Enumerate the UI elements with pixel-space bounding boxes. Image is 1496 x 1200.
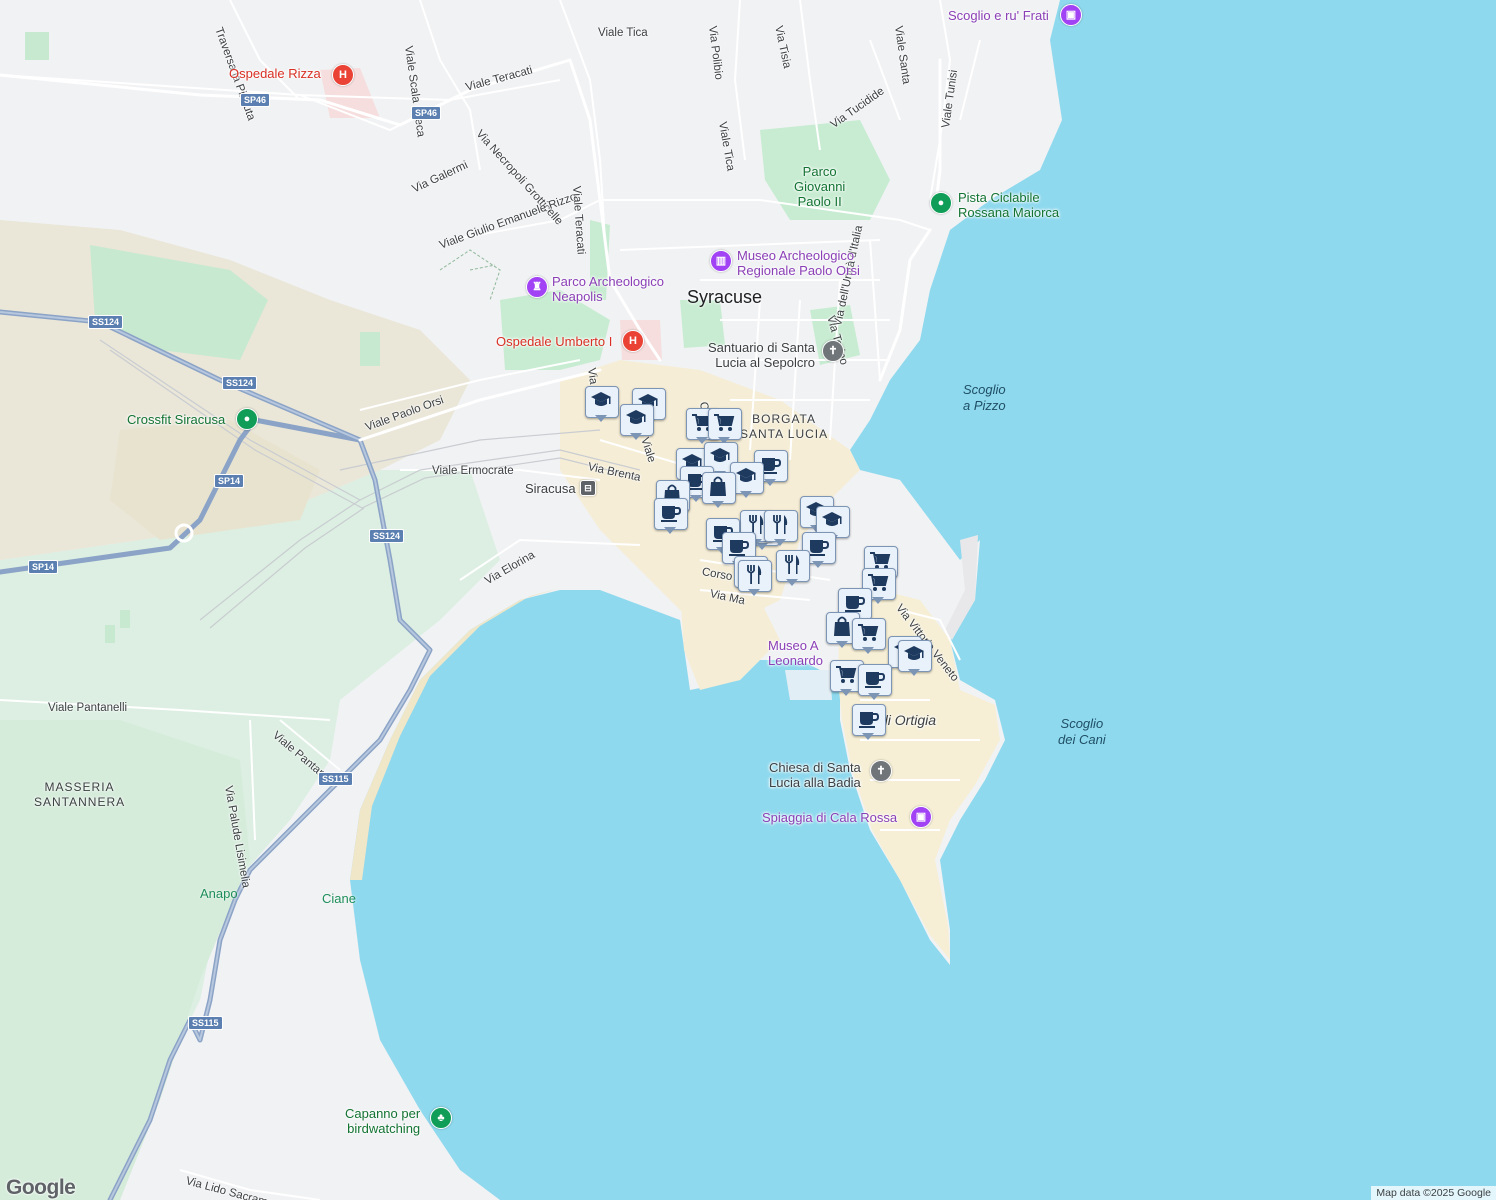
school-marker[interactable] bbox=[898, 640, 932, 676]
hospital-icon[interactable]: H bbox=[332, 64, 354, 86]
church-icon[interactable]: ✝ bbox=[822, 340, 844, 362]
cafe-marker[interactable] bbox=[654, 498, 688, 534]
route-shield: SP14 bbox=[28, 560, 59, 574]
route-shield: SS124 bbox=[222, 376, 258, 390]
poi-ospedale-umberto[interactable]: Ospedale Umberto I bbox=[496, 334, 612, 349]
route-shield: SP14 bbox=[214, 474, 245, 488]
route-shield: SS115 bbox=[318, 772, 353, 786]
route-shield: SS115 bbox=[188, 1016, 223, 1030]
poi-capanno-birdwatching[interactable]: Capanno per birdwatching bbox=[345, 1106, 420, 1136]
school-icon bbox=[736, 468, 756, 482]
school-marker[interactable] bbox=[585, 386, 619, 422]
road-label: Via bbox=[585, 367, 600, 386]
church-icon[interactable]: ✝ bbox=[870, 760, 892, 782]
poi-pista-ciclabile[interactable]: Pista Ciclabile Rossana Maiorca bbox=[958, 190, 1059, 220]
poi-stazione-siracusa[interactable]: Siracusa bbox=[525, 481, 576, 496]
poi-cala-rossa[interactable]: Spiaggia di Cala Rossa bbox=[762, 810, 897, 825]
poi-chiesa-santa-lucia[interactable]: Chiesa di Santa Lucia alla Badia bbox=[769, 760, 861, 790]
poi-museo-leonardo[interactable]: Museo A Leonardo bbox=[768, 638, 823, 668]
school-icon bbox=[626, 410, 646, 424]
map-canvas[interactable]: Traversa la Pizzuta Viale Scala Greca Vi… bbox=[0, 0, 1496, 1200]
cafe-icon bbox=[859, 712, 880, 728]
restaurant-marker[interactable] bbox=[776, 550, 810, 586]
map-attribution[interactable]: Map data ©2025 Google bbox=[1371, 1186, 1496, 1200]
road-label: Viale Ermocrate bbox=[432, 465, 514, 477]
hospital-icon[interactable]: H bbox=[622, 330, 644, 352]
cart-marker[interactable] bbox=[708, 408, 742, 444]
cafe-icon bbox=[845, 596, 866, 612]
camera-icon[interactable]: ▣ bbox=[910, 806, 932, 828]
poi-santuario[interactable]: Santuario di Santa Lucia al Sepolcro bbox=[708, 340, 815, 370]
restaurant-icon bbox=[747, 565, 762, 584]
city-label: Syracuse bbox=[687, 287, 763, 307]
gym-icon[interactable]: ● bbox=[236, 408, 258, 430]
cafe-marker[interactable] bbox=[852, 704, 886, 740]
water-label-scoglio-dei-cani: Scoglio dei Cani bbox=[1058, 716, 1106, 747]
restaurant-marker[interactable] bbox=[738, 560, 772, 596]
poi-crossfit[interactable]: Crossfit Siracusa bbox=[127, 412, 225, 427]
water-label-scoglio-a-pizzo: Scoglio a Pizzo bbox=[963, 382, 1006, 413]
google-logo: Google bbox=[6, 1176, 76, 1199]
cafe-icon bbox=[865, 672, 886, 688]
museum-icon[interactable]: ▥ bbox=[710, 250, 732, 272]
cafe-icon bbox=[729, 540, 750, 556]
poi-scoglio-frati[interactable]: Scoglio e ru' Frati bbox=[948, 8, 1049, 23]
road-label: Viale Tica bbox=[598, 27, 648, 39]
cafe-marker[interactable] bbox=[858, 664, 892, 700]
route-shield: SP46 bbox=[411, 106, 442, 120]
district-label-borgata: BORGATA SANTA LUCIA bbox=[740, 412, 829, 441]
cart-marker[interactable] bbox=[852, 618, 886, 654]
school-icon bbox=[822, 512, 842, 526]
school-icon bbox=[710, 448, 730, 462]
school-marker[interactable] bbox=[620, 404, 654, 440]
cart-icon bbox=[714, 414, 735, 431]
poi-ospedale-rizza[interactable]: Ospedale Rizza bbox=[229, 66, 321, 81]
restaurant-icon bbox=[785, 555, 800, 574]
cart-icon bbox=[836, 666, 857, 683]
cart-icon bbox=[858, 624, 879, 641]
poi-ortigia[interactable]: di Ortigia bbox=[880, 713, 936, 728]
route-shield: SS124 bbox=[369, 529, 405, 543]
camera-icon[interactable]: ▣ bbox=[1060, 4, 1082, 26]
poi-parco-giovanni-paolo[interactable]: Parco Giovanni Paolo II bbox=[794, 164, 845, 209]
road-label: Viale Pantanelli bbox=[48, 702, 128, 714]
route-shield: SS124 bbox=[88, 315, 124, 329]
monument-icon[interactable]: ♜ bbox=[526, 276, 548, 298]
train-icon[interactable]: ⊟ bbox=[580, 480, 596, 496]
label-ciane: Ciane bbox=[322, 891, 356, 906]
tree-icon[interactable]: ♣ bbox=[430, 1107, 452, 1129]
school-icon bbox=[904, 646, 924, 660]
map-base-layer bbox=[0, 0, 1496, 1200]
school-icon bbox=[591, 392, 611, 406]
restaurant-marker[interactable] bbox=[764, 510, 798, 546]
poi-parco-neapolis[interactable]: Parco Archeologico Neapolis bbox=[552, 274, 664, 304]
route-shield: SP46 bbox=[240, 93, 271, 107]
bag-icon bbox=[834, 616, 850, 636]
district-label-masseria: MASSERIA SANTANNERA bbox=[34, 780, 126, 809]
poi-museo-archeologico[interactable]: Museo Archeologico Regionale Paolo Orsi bbox=[737, 248, 860, 278]
bag-marker[interactable] bbox=[702, 472, 736, 508]
bag-icon bbox=[710, 476, 726, 496]
restaurant-icon bbox=[773, 515, 788, 534]
park-icon[interactable]: ● bbox=[930, 192, 952, 214]
label-anapo: Anapo bbox=[200, 886, 238, 901]
cafe-icon bbox=[661, 506, 682, 522]
